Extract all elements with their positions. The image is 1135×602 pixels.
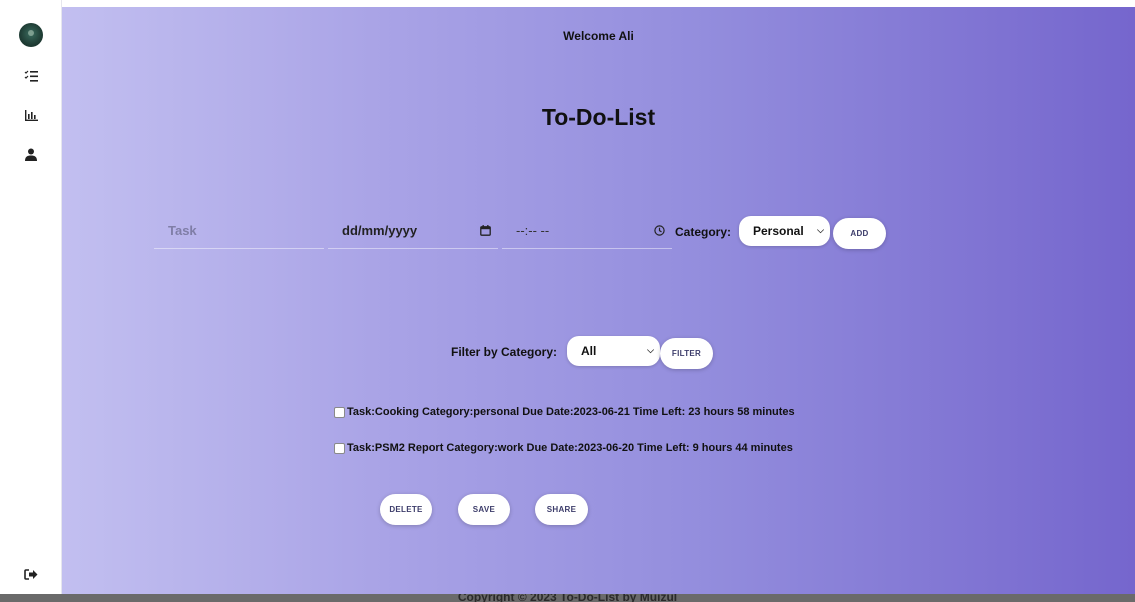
category-label: Category: [675, 225, 732, 239]
chevron-down-icon: ⌵ [817, 225, 824, 235]
task-checkbox[interactable] [334, 442, 345, 454]
save-button[interactable]: SAVE [458, 494, 510, 525]
task-input[interactable]: Task [154, 213, 324, 249]
time-input[interactable]: --:-- -- [502, 213, 672, 249]
task-input-placeholder: Task [168, 223, 197, 238]
task-item: Task:Cooking Category:personal Due Date:… [334, 405, 795, 419]
app-logo[interactable] [19, 23, 43, 47]
delete-button-label: DELETE [389, 505, 423, 514]
welcome-message: Welcome Ali [563, 29, 634, 43]
add-button[interactable]: ADD [833, 218, 886, 249]
filter-label: Filter by Category: [451, 345, 558, 359]
save-button-label: SAVE [472, 505, 496, 514]
footer: Copyright © 2023 To-Do-List by Muizul [0, 594, 1135, 602]
page-title: To-Do-List [541, 104, 656, 130]
share-button[interactable]: SHARE [535, 494, 588, 525]
date-input-value: dd/mm/yyyy [342, 223, 418, 238]
user-icon[interactable] [21, 144, 41, 164]
calendar-icon[interactable] [478, 223, 492, 237]
filter-category-select[interactable]: All ⌵ [567, 336, 660, 366]
chevron-down-icon: ⌵ [647, 345, 654, 355]
logout-icon[interactable] [21, 564, 41, 584]
task-text: Task:Cooking Category:personal Due Date:… [347, 406, 795, 418]
category-select[interactable]: Personal ⌵ [739, 216, 830, 246]
task-text: Task:PSM2 Report Category:work Due Date:… [347, 442, 793, 454]
task-item: Task:PSM2 Report Category:work Due Date:… [334, 441, 793, 455]
delete-button[interactable]: DELETE [380, 494, 432, 525]
clock-icon[interactable] [652, 223, 666, 237]
filter-button[interactable]: FILTER [660, 338, 713, 369]
filter-button-label: FILTER [671, 349, 702, 358]
task-list-icon[interactable] [21, 66, 41, 86]
date-input[interactable]: dd/mm/yyyy [328, 213, 498, 249]
main-content: Welcome Ali To-Do-List Task dd/mm/yyyy -… [62, 7, 1135, 594]
category-select-value: Personal [753, 224, 804, 238]
chart-icon[interactable] [21, 105, 41, 125]
add-button-label: ADD [850, 229, 869, 238]
share-button-label: SHARE [546, 505, 577, 514]
time-input-value: --:-- -- [516, 223, 550, 238]
task-checkbox[interactable] [334, 406, 345, 418]
filter-select-value: All [581, 344, 597, 358]
footer-copyright: Copyright © 2023 To-Do-List by Muizul [457, 594, 678, 602]
sidebar [0, 0, 62, 602]
